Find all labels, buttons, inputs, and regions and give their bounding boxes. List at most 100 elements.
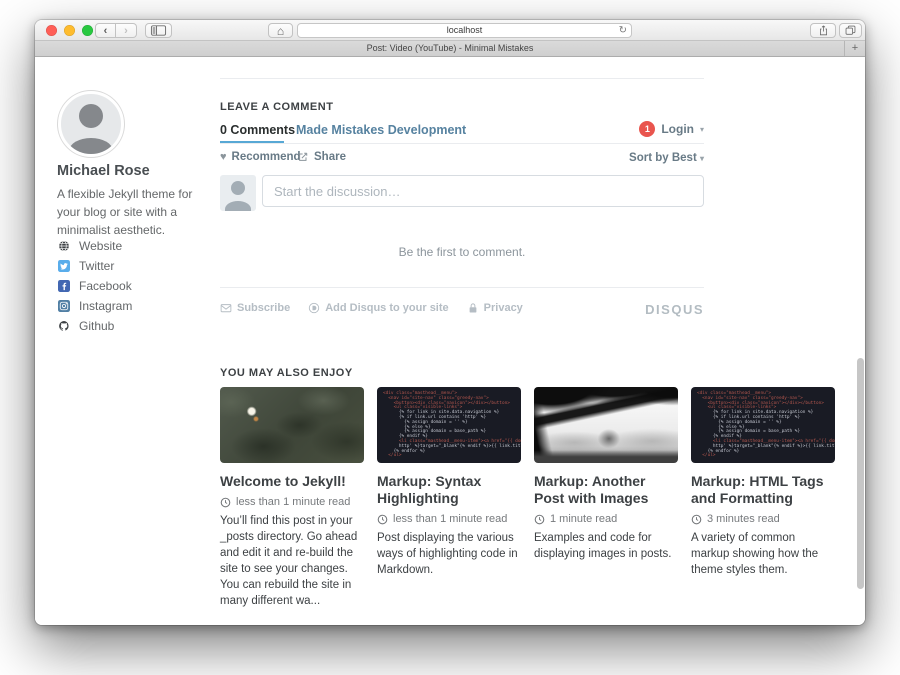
back-button[interactable]: ‹ [95,23,116,38]
forward-button[interactable]: › [116,23,137,38]
avatar-silhouette-body [69,138,113,157]
profile-link-label: Github [79,319,114,333]
sidebar-link-facebook[interactable]: Facebook [58,280,132,292]
author-links: Website Twitter Facebook Instagram Githu… [58,240,132,340]
envelope-icon [220,302,232,314]
url-text: localhost [447,25,483,35]
subscribe-label: Subscribe [237,302,290,314]
lock-icon [467,302,479,314]
related-post-card[interactable]: Welcome to Jekyll! less than 1 minute re… [220,387,364,609]
chevron-down-icon: ▾ [700,154,704,163]
disqus-logo[interactable]: DISQUS [645,302,704,317]
show-tabs-button[interactable] [839,23,862,38]
chevron-down-icon: ▾ [700,125,704,134]
zoom-window-button[interactable] [82,25,93,36]
home-button[interactable]: ⌂ [268,23,293,38]
commenter-avatar [220,175,256,211]
clock-icon [377,514,388,525]
sidebar-link-twitter[interactable]: Twitter [58,260,132,272]
github-icon [58,320,70,332]
avatar-silhouette-head [79,104,103,128]
share-label: Share [314,151,346,163]
read-time: less than 1 minute read [236,496,350,508]
post-thumbnail [220,387,364,463]
post-title[interactable]: Markup: Another Post with Images [534,473,678,507]
related-heading: YOU MAY ALSO ENJOY [220,367,353,379]
share-comments-button[interactable]: Share [297,151,346,163]
post-thumbnail: <div class="masthead__menu"> <nav id="si… [377,387,521,463]
vertical-scrollbar[interactable] [857,358,864,589]
tab-community-link[interactable]: Made Mistakes Development [296,123,466,137]
post-meta: 3 minutes read [691,513,835,525]
divider [220,143,704,144]
post-thumbnail [534,387,678,463]
clock-icon [691,514,702,525]
read-time: 1 minute read [550,513,617,525]
share-box-icon [297,151,309,163]
related-post-card[interactable]: Markup: Another Post with Images 1 minut… [534,387,678,609]
login-menu[interactable]: 1 Login ▾ [639,121,704,137]
address-bar[interactable]: localhost ↻ [297,23,632,38]
author-avatar [58,91,124,157]
tab-bar: Post: Video (YouTube) - Minimal Mistakes… [35,41,865,57]
privacy-label: Privacy [484,302,523,314]
browser-titlebar[interactable]: ‹ › ⌂ localhost ↻ [35,20,865,41]
comment-input[interactable] [262,175,704,207]
tab-comments-count[interactable]: 0 Comments [220,123,295,137]
subscribe-link[interactable]: Subscribe [220,302,290,314]
divider [220,287,704,288]
post-meta: less than 1 minute read [377,513,521,525]
sidebar-link-github[interactable]: Github [58,320,132,332]
active-tab[interactable]: Post: Video (YouTube) - Minimal Mistakes [35,41,865,56]
disqus-footer-links: Subscribe Add Disqus to your site Privac… [220,302,523,314]
code-line: </ul> [383,454,515,459]
profile-link-label: Instagram [79,299,132,313]
tabs-icon [845,25,856,36]
share-icon [818,25,829,36]
disqus-footer: Subscribe Add Disqus to your site Privac… [220,302,704,318]
add-disqus-link[interactable]: Add Disqus to your site [308,302,448,314]
profile-link-label: Website [79,239,122,253]
recommend-label: Recommend [232,151,301,163]
add-disqus-label: Add Disqus to your site [325,302,448,314]
comments-heading: LEAVE A COMMENT [220,101,333,113]
notification-badge[interactable]: 1 [639,121,655,137]
sort-by-menu[interactable]: Sort by Best ▾ [629,152,704,164]
home-icon: ⌂ [277,24,284,38]
related-posts: Welcome to Jekyll! less than 1 minute re… [220,387,838,609]
privacy-link[interactable]: Privacy [467,302,523,314]
sidebar-link-website[interactable]: Website [58,240,132,252]
related-post-card[interactable]: <div class="masthead__menu"> <nav id="si… [691,387,835,609]
sidebar-toggle-button[interactable] [145,23,172,38]
minimize-window-button[interactable] [64,25,75,36]
post-excerpt: You’ll find this post in your _posts dir… [220,513,364,609]
recommend-button[interactable]: ♥ Recommend [220,151,301,163]
post-title[interactable]: Markup: HTML Tags and Formatting [691,473,835,507]
history-nav-group: ‹ › [95,23,137,38]
post-excerpt: A variety of common markup showing how t… [691,530,835,578]
post-thumbnail: <div class="masthead__menu"> <nav id="si… [691,387,835,463]
code-line: </ul> [697,454,829,459]
globe-icon [58,240,70,252]
sort-label: Sort by Best [629,152,697,164]
sidebar-link-instagram[interactable]: Instagram [58,300,132,312]
share-button[interactable] [810,23,836,38]
post-title[interactable]: Welcome to Jekyll! [220,473,364,490]
post-title[interactable]: Markup: Syntax Highlighting [377,473,521,507]
profile-link-label: Twitter [79,259,114,273]
related-post-card[interactable]: <div class="masthead__menu"> <nav id="si… [377,387,521,609]
close-window-button[interactable] [46,25,57,36]
post-meta: 1 minute read [534,513,678,525]
facebook-icon [58,280,70,292]
clock-icon [534,514,545,525]
avatar-silhouette-body [225,201,251,211]
empty-comments-message: Be the first to comment. [220,245,704,259]
window-controls [46,25,93,36]
author-bio: A flexible Jekyll theme for your blog or… [57,185,199,239]
reload-icon[interactable]: ↻ [619,24,627,37]
page-content: Michael Rose A flexible Jekyll theme for… [35,57,865,625]
instagram-icon [58,300,70,312]
disqus-d-icon [308,302,320,314]
clock-icon [220,497,231,508]
new-tab-button[interactable]: + [844,41,865,56]
